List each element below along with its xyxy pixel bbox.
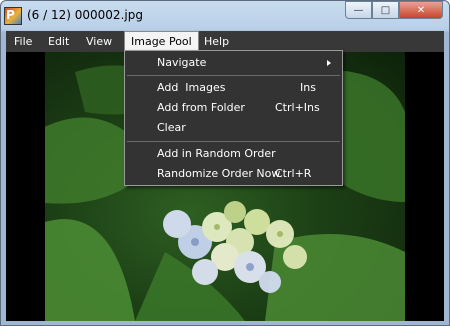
window-title: (6 / 12) 000002.jpg xyxy=(27,8,143,22)
menu-item-shortcut: Ins xyxy=(300,81,316,94)
image-pool-dropdown: Navigate Add Images Ins Add from Folder … xyxy=(124,50,343,186)
title-bar[interactable]: P (6 / 12) 000002.jpg — □ ✕ xyxy=(1,1,449,31)
maximize-icon: □ xyxy=(380,4,391,16)
menu-help[interactable]: Help xyxy=(198,31,235,52)
maximize-button[interactable]: □ xyxy=(372,1,399,19)
app-window: P (6 / 12) 000002.jpg — □ ✕ File Edit Vi… xyxy=(0,0,450,326)
close-button[interactable]: ✕ xyxy=(399,1,443,19)
menu-image-pool[interactable]: Image Pool xyxy=(124,31,199,52)
menu-item-label: Add Images xyxy=(157,81,226,94)
menu-separator xyxy=(127,141,340,142)
menu-item-randomize-order[interactable]: Randomize Order Now Ctrl+R xyxy=(125,164,342,184)
image-viewer: File Edit View Image Pool Help Navigate … xyxy=(6,31,444,321)
menu-item-label: Add from Folder xyxy=(157,101,245,114)
menu-item-label: Clear xyxy=(157,121,186,134)
menu-item-shortcut: Ctrl+Ins xyxy=(275,101,320,114)
menu-item-shortcut: Ctrl+R xyxy=(275,167,312,180)
menu-bar: File Edit View Image Pool Help xyxy=(6,31,444,52)
menu-edit[interactable]: Edit xyxy=(42,31,75,52)
menu-item-label: Add in Random Order xyxy=(157,147,276,160)
menu-item-add-images[interactable]: Add Images Ins xyxy=(125,78,342,98)
menu-separator xyxy=(127,75,340,76)
submenu-arrow-icon xyxy=(327,60,331,66)
window-controls: — □ ✕ xyxy=(345,1,443,19)
menu-item-add-random-order[interactable]: Add in Random Order xyxy=(125,144,342,164)
close-icon: ✕ xyxy=(416,4,426,16)
menu-item-clear[interactable]: Clear xyxy=(125,118,342,138)
menu-file[interactable]: File xyxy=(8,31,38,52)
menu-item-add-from-folder[interactable]: Add from Folder Ctrl+Ins xyxy=(125,98,342,118)
menu-view[interactable]: View xyxy=(80,31,118,52)
menu-item-navigate[interactable]: Navigate xyxy=(125,53,342,73)
app-icon[interactable]: P xyxy=(4,7,22,25)
menu-item-label: Randomize Order Now xyxy=(157,167,281,180)
menu-item-label: Navigate xyxy=(157,56,207,69)
minimize-button[interactable]: — xyxy=(345,1,372,19)
minimize-icon: — xyxy=(353,4,364,16)
